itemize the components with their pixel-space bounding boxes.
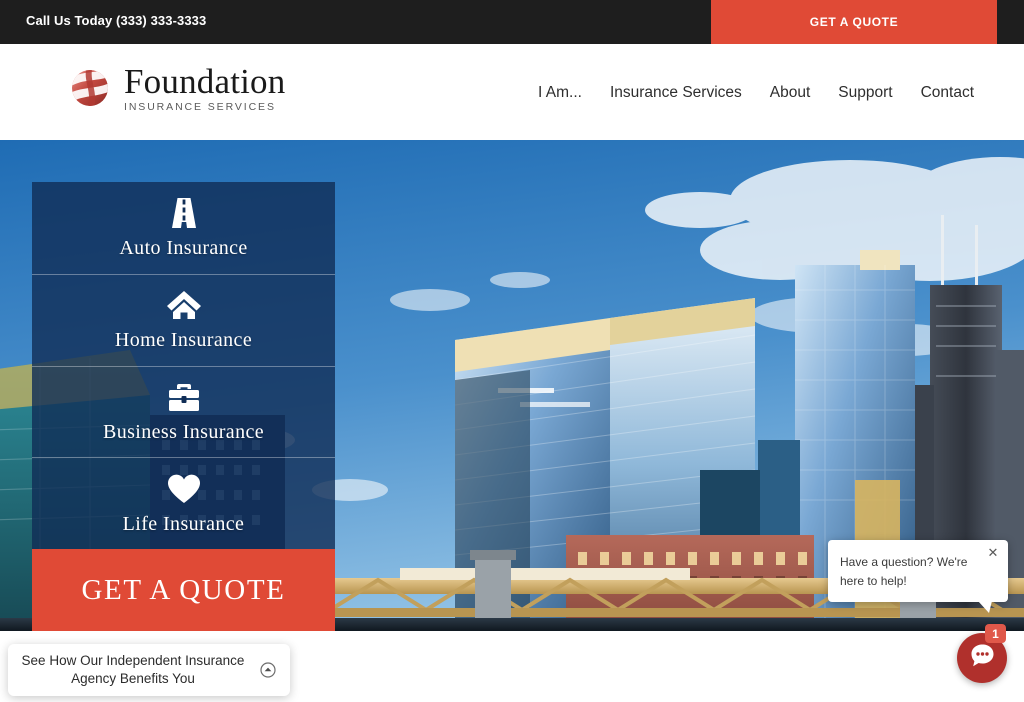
- insurance-services-panel: Auto Insurance Home Insurance Business I…: [32, 182, 335, 549]
- top-utility-bar: Call Us Today (333) 333-3333 GET A QUOTE: [0, 0, 1024, 44]
- logo-text-block: Foundation INSURANCE SERVICES: [124, 64, 285, 113]
- promo-text: See How Our Independent Insurance Agency…: [21, 653, 245, 686]
- site-logo[interactable]: Foundation INSURANCE SERVICES: [66, 64, 285, 113]
- chat-bubble-icon: [969, 642, 996, 674]
- nav-item-insurance-services[interactable]: Insurance Services: [596, 80, 756, 106]
- service-label-home-insurance: Home Insurance: [114, 329, 253, 352]
- nav-item-about[interactable]: About: [756, 80, 825, 106]
- promo-bar[interactable]: See How Our Independent Insurance Agency…: [8, 644, 290, 696]
- phone-label: Call Us Today (333) 333-3333: [26, 13, 207, 28]
- service-label-auto-insurance: Auto Insurance: [119, 237, 248, 260]
- logo-title: Foundation: [124, 62, 286, 101]
- nav-item-contact[interactable]: Contact: [907, 80, 988, 106]
- nav-item-i-am[interactable]: I Am...: [524, 80, 596, 106]
- briefcase-icon: [166, 379, 202, 415]
- heart-icon: [166, 471, 202, 507]
- nav-item-support[interactable]: Support: [824, 80, 906, 106]
- close-icon[interactable]: ✕: [985, 544, 1001, 560]
- service-label-life-insurance: Life Insurance: [122, 512, 245, 535]
- chat-greeting-bubble: ✕ Have a question? We're here to help!: [828, 540, 1008, 613]
- service-label-business-insurance: Business Insurance: [102, 420, 265, 443]
- service-item-business-insurance[interactable]: Business Insurance: [32, 365, 335, 458]
- hero-get-a-quote-button[interactable]: GET A QUOTE: [32, 549, 335, 631]
- chat-greeting-text: Have a question? We're here to help!: [840, 555, 968, 588]
- chat-unread-badge: 1: [985, 624, 1006, 643]
- house-icon: [166, 287, 202, 323]
- site-header: Foundation INSURANCE SERVICES I Am... In…: [0, 44, 1024, 140]
- service-item-auto-insurance[interactable]: Auto Insurance: [32, 182, 335, 274]
- foundation-sphere-logo-icon: [66, 64, 114, 112]
- topbar-get-a-quote-button[interactable]: GET A QUOTE: [711, 0, 997, 44]
- main-navigation: I Am... Insurance Services About Support…: [524, 80, 988, 106]
- topbar-get-a-quote-label: GET A QUOTE: [809, 15, 899, 29]
- hero-get-a-quote-label: GET A QUOTE: [81, 573, 286, 606]
- chevron-up-circle-icon[interactable]: [246, 662, 290, 678]
- service-item-home-insurance[interactable]: Home Insurance: [32, 273, 335, 366]
- service-item-life-insurance[interactable]: Life Insurance: [32, 457, 335, 549]
- logo-subtitle: INSURANCE SERVICES: [124, 101, 276, 113]
- page-root: Call Us Today (333) 333-3333 GET A QUOTE: [0, 0, 1024, 702]
- road-icon: [166, 195, 202, 231]
